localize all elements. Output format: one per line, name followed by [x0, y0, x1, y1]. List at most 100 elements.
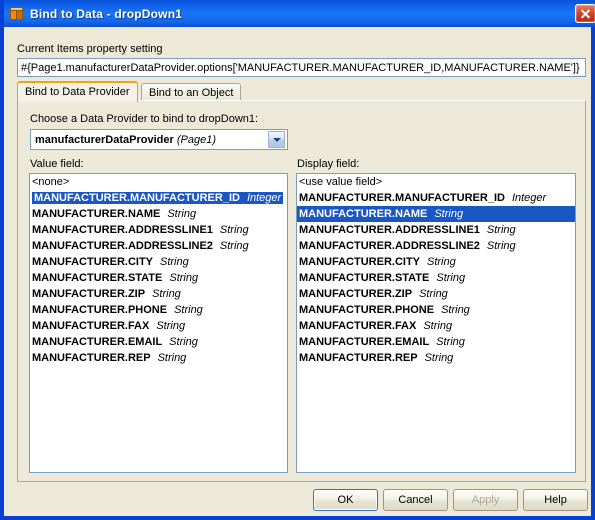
data-provider-scope: (Page1) — [176, 133, 216, 146]
field-type: String — [167, 208, 197, 220]
dialog-client-area: Current Items property setting Bind to D… — [8, 27, 595, 516]
list-item[interactable]: MANUFACTURER.EMAIL String — [30, 334, 287, 350]
field-type: String — [219, 240, 249, 252]
field-name: MANUFACTURER.ADDRESSLINE2 — [32, 240, 213, 252]
data-provider-name: manufacturerDataProvider — [35, 133, 174, 146]
list-item[interactable]: MANUFACTURER.ADDRESSLINE1 String — [297, 222, 575, 238]
field-type: String — [160, 256, 189, 268]
value-field-label: Value field: — [30, 158, 84, 170]
apply-button: Apply — [453, 489, 518, 511]
window-title: Bind to Data - dropDown1 — [30, 6, 183, 21]
close-icon[interactable] — [575, 4, 595, 23]
field-type: String — [152, 288, 181, 300]
field-type: String — [486, 240, 516, 252]
data-provider-selected-value: manufacturerDataProvider (Page1) — [31, 134, 268, 146]
field-name: MANUFACTURER.REP — [299, 352, 418, 364]
tab-strip: Bind to Data Provider Bind to an Object — [17, 81, 586, 102]
field-name: MANUFACTURER.CITY — [32, 256, 153, 268]
field-name: MANUFACTURER.ZIP — [32, 288, 146, 300]
cancel-button-label: Cancel — [398, 494, 433, 506]
list-item[interactable]: MANUFACTURER.EMAIL String — [297, 334, 575, 350]
field-name: <use value field> — [299, 176, 383, 188]
field-name: MANUFACTURER.REP — [32, 352, 151, 364]
list-item[interactable]: MANUFACTURER.NAME String — [297, 206, 575, 222]
data-provider-combobox[interactable]: manufacturerDataProvider (Page1) — [30, 129, 288, 150]
field-name: MANUFACTURER.EMAIL — [32, 336, 163, 348]
property-setting-label: Current Items property setting — [17, 43, 163, 55]
list-item[interactable]: MANUFACTURER.REP String — [30, 350, 287, 366]
ok-button-label: OK — [337, 494, 354, 506]
list-item[interactable]: MANUFACTURER.FAX String — [297, 318, 575, 334]
list-item[interactable]: MANUFACTURER.STATE String — [30, 270, 287, 286]
display-field-label: Display field: — [297, 158, 360, 170]
field-type: Integer — [246, 192, 282, 204]
list-item[interactable]: MANUFACTURER.REP String — [297, 350, 575, 366]
cancel-button[interactable]: Cancel — [383, 489, 448, 511]
field-name: MANUFACTURER.ZIP — [299, 288, 413, 300]
list-item[interactable]: MANUFACTURER.NAME String — [30, 206, 287, 222]
list-item[interactable]: MANUFACTURER.PHONE String — [30, 302, 287, 318]
cube-icon — [9, 6, 25, 22]
list-item[interactable]: MANUFACTURER.ZIP String — [30, 286, 287, 302]
field-type: String — [486, 224, 516, 236]
tab-bind-to-data-provider[interactable]: Bind to Data Provider — [17, 81, 138, 102]
field-name: MANUFACTURER.NAME — [32, 208, 161, 220]
field-type: String — [441, 304, 470, 316]
list-item[interactable]: MANUFACTURER.ADDRESSLINE2 String — [30, 238, 287, 254]
list-item[interactable]: MANUFACTURER.PHONE String — [297, 302, 575, 318]
chevron-down-icon[interactable] — [268, 131, 285, 148]
tab-panel-bind-to-data-provider: Choose a Data Provider to bind to dropDo… — [17, 100, 586, 482]
field-name: MANUFACTURER.ADDRESSLINE1 — [299, 224, 480, 236]
list-item[interactable]: MANUFACTURER.CITY String — [30, 254, 287, 270]
tab-label: Bind to an Object — [149, 87, 234, 99]
field-name: MANUFACTURER.CITY — [299, 256, 420, 268]
field-type: String — [156, 320, 186, 332]
list-item[interactable]: MANUFACTURER.FAX String — [30, 318, 287, 334]
help-button-label: Help — [544, 494, 567, 506]
list-item[interactable]: <none> — [30, 174, 287, 190]
tab-bind-to-an-object[interactable]: Bind to an Object — [141, 83, 242, 101]
list-item[interactable]: MANUFACTURER.MANUFACTURER_ID Integer — [297, 190, 575, 206]
field-type: String — [419, 288, 448, 300]
bind-to-data-dialog: Bind to Data - dropDown1 Current Items p… — [0, 0, 595, 520]
data-provider-label: Choose a Data Provider to bind to dropDo… — [30, 113, 259, 125]
field-type: String — [174, 304, 203, 316]
field-type: String — [434, 208, 464, 220]
field-type: String — [169, 336, 198, 348]
field-name: MANUFACTURER.PHONE — [32, 304, 168, 316]
field-name: MANUFACTURER.MANUFACTURER_ID — [299, 192, 505, 204]
list-item[interactable]: MANUFACTURER.ADDRESSLINE2 String — [297, 238, 575, 254]
field-type: String — [427, 256, 456, 268]
field-type: String — [436, 272, 466, 284]
list-item[interactable]: MANUFACTURER.ADDRESSLINE1 String — [30, 222, 287, 238]
field-name: MANUFACTURER.ADDRESSLINE2 — [299, 240, 480, 252]
ok-button[interactable]: OK — [313, 489, 378, 511]
field-name: MANUFACTURER.STATE — [299, 272, 430, 284]
field-type: String — [423, 320, 453, 332]
dialog-button-bar: OK Cancel Apply Help — [8, 489, 595, 515]
list-item[interactable]: MANUFACTURER.STATE String — [297, 270, 575, 286]
list-item[interactable]: MANUFACTURER.CITY String — [297, 254, 575, 270]
field-name: MANUFACTURER.ADDRESSLINE1 — [32, 224, 213, 236]
property-setting-input[interactable] — [17, 58, 586, 77]
field-type: String — [436, 336, 465, 348]
list-item[interactable]: MANUFACTURER.MANUFACTURER_ID Integer — [30, 190, 287, 206]
value-field-listbox[interactable]: <none> MANUFACTURER.MANUFACTURER_ID Intege… — [29, 173, 288, 473]
list-item[interactable]: <use value field> — [297, 174, 575, 190]
list-item[interactable]: MANUFACTURER.ZIP String — [297, 286, 575, 302]
field-name: MANUFACTURER.NAME — [299, 208, 428, 220]
field-type: String — [157, 352, 187, 364]
tab-label: Bind to Data Provider — [25, 86, 130, 98]
help-button[interactable]: Help — [523, 489, 588, 511]
field-name: MANUFACTURER.FAX — [299, 320, 417, 332]
apply-button-label: Apply — [471, 494, 500, 506]
field-type: String — [219, 224, 249, 236]
field-name: MANUFACTURER.EMAIL — [299, 336, 430, 348]
title-bar: Bind to Data - dropDown1 — [4, 0, 595, 27]
field-name: MANUFACTURER.PHONE — [299, 304, 435, 316]
field-name: MANUFACTURER.FAX — [32, 320, 150, 332]
display-field-listbox[interactable]: <use value field> MANUFACTURER.MANUFACTUR… — [296, 173, 576, 473]
field-name: <none> — [32, 176, 70, 188]
field-type: String — [424, 352, 454, 364]
field-name: MANUFACTURER.STATE — [32, 272, 163, 284]
